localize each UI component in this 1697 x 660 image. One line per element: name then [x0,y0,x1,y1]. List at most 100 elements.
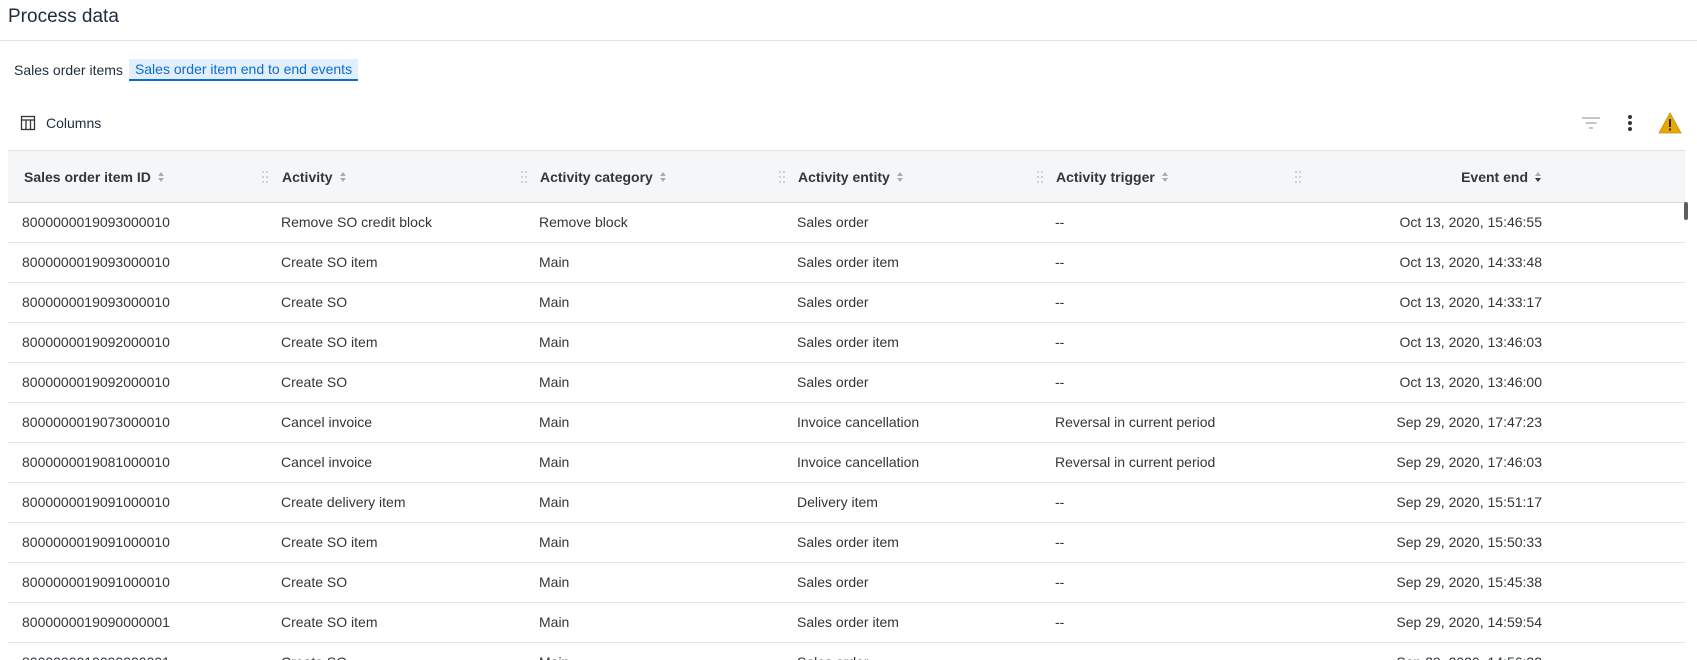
column-header-label: Activity category [540,169,653,185]
cell-activity-entity: Sales order item [797,614,899,630]
cell-activity-trigger: -- [1055,643,1064,660]
cell-activity: Cancel invoice [281,414,373,430]
columns-icon [20,115,36,131]
table-row[interactable]: 8000000019091000010 Create SO Main Sales… [8,563,1685,603]
cell-activity-category: Main [539,643,569,660]
cell-activity-trigger: -- [1055,534,1065,550]
scrollbar-thumb[interactable] [1684,202,1688,220]
cell-activity-category: Main [539,534,570,550]
table-row[interactable]: 8000000019090000001 Create SO Main Sales… [8,643,1685,660]
column-header-sales-order-item-id[interactable]: Sales order item ID [24,151,274,203]
cell-activity-entity: Invoice cancellation [797,454,920,470]
cell-activity-category: Main [539,614,570,630]
cell-activity-trigger: -- [1055,334,1065,350]
cell-event-end: Oct 13, 2020, 13:46:03 [1399,334,1542,350]
table-row[interactable]: 8000000019090000001 Create SO item Main … [8,603,1685,643]
more-vertical-icon[interactable] [1618,111,1642,135]
cell-activity-trigger: -- [1055,614,1065,630]
cell-activity-trigger: Reversal in current period [1055,454,1216,470]
cell-activity: Create SO [281,643,347,660]
cell-sales-order-item-id: 8000000019093000010 [22,254,170,270]
table-row[interactable]: 8000000019081000010 Cancel invoice Main … [8,443,1685,483]
cell-activity-entity: Sales order [797,294,869,310]
cell-activity-trigger: -- [1055,294,1065,310]
cell-activity-category: Main [539,574,570,590]
cell-activity: Create SO item [281,534,378,550]
cell-activity-entity: Sales order item [797,334,899,350]
column-header-activity[interactable]: Activity [282,151,522,203]
cell-sales-order-item-id: 8000000019092000010 [22,374,170,390]
cell-activity: Create delivery item [281,494,406,510]
sort-icon [659,171,667,183]
sort-icon [339,171,347,183]
filter-icon[interactable] [1579,111,1603,135]
cell-activity-entity: Sales order [797,214,869,230]
cell-event-end: Sep 29, 2020, 15:50:33 [1396,534,1542,550]
table-toolbar: Columns [0,108,1697,138]
columns-button[interactable]: Columns [20,111,101,135]
tab-sales-order-items[interactable]: Sales order items [14,60,123,80]
cell-activity: Create SO [281,374,348,390]
column-resize-handle[interactable] [262,169,270,185]
cell-activity-category: Main [539,454,570,470]
cell-event-end: Sep 29, 2020, 17:46:03 [1396,454,1542,470]
table-row[interactable]: 8000000019093000010 Create SO item Main … [8,243,1685,283]
cell-activity-entity: Sales order [797,643,869,660]
cell-event-end: Sep 29, 2020, 14:59:54 [1396,614,1542,630]
cell-activity-category: Main [539,254,570,270]
column-header-activity-trigger[interactable]: Activity trigger [1056,151,1296,203]
column-header-activity-entity[interactable]: Activity entity [798,151,1038,203]
cell-activity: Create SO item [281,334,378,350]
column-header-event-end[interactable]: Event end [1314,151,1542,203]
cell-activity-category: Main [539,494,570,510]
table-row[interactable]: 8000000019093000010 Create SO Main Sales… [8,283,1685,323]
tab-sales-order-item-end-to-end-events[interactable]: Sales order item end to end events [128,59,359,81]
column-header-activity-category[interactable]: Activity category [540,151,780,203]
cell-activity: Create SO item [281,254,378,270]
cell-sales-order-item-id: 8000000019091000010 [22,494,170,510]
cell-activity: Remove SO credit block [281,214,432,230]
table-row[interactable]: 8000000019092000010 Create SO item Main … [8,323,1685,363]
cell-activity-trigger: Reversal in current period [1055,414,1216,430]
columns-label: Columns [46,115,102,131]
cell-activity: Create SO item [281,614,378,630]
cell-activity-category: Main [539,414,570,430]
cell-sales-order-item-id: 8000000019081000010 [22,454,170,470]
warning-icon[interactable] [1658,111,1682,135]
table-header: Sales order item ID Activity Activity ca… [8,150,1685,203]
column-resize-handle[interactable] [1295,169,1303,185]
cell-activity-category: Main [539,294,570,310]
cell-activity-category: Main [539,374,570,390]
column-header-label: Sales order item ID [24,169,151,185]
sort-icon [896,171,904,183]
column-resize-handle[interactable] [779,169,787,185]
cell-activity-entity: Delivery item [797,494,878,510]
cell-activity-entity: Sales order [797,574,869,590]
column-resize-handle[interactable] [521,169,529,185]
cell-activity-entity: Sales order item [797,534,899,550]
table-row[interactable]: 8000000019093000010 Remove SO credit blo… [8,203,1685,243]
cell-sales-order-item-id: 8000000019090000001 [22,643,170,660]
table-row[interactable]: 8000000019091000010 Create SO item Main … [8,523,1685,563]
cell-activity-entity: Sales order [797,374,869,390]
sort-icon [1161,171,1169,183]
vertical-scrollbar[interactable] [1683,202,1689,660]
sort-descending-icon [1534,171,1542,183]
cell-activity-trigger: -- [1055,214,1065,230]
table-row[interactable]: 8000000019073000010 Cancel invoice Main … [8,403,1685,443]
page-header: Process data [0,0,1697,41]
table-row[interactable]: 8000000019092000010 Create SO Main Sales… [8,363,1685,403]
column-header-label: Activity trigger [1056,169,1155,185]
tab-bar: Sales order items Sales order item end t… [14,58,364,82]
cell-activity-category: Main [539,334,570,350]
cell-event-end: Oct 13, 2020, 15:46:55 [1399,214,1542,230]
sort-icon [157,171,165,183]
cell-event-end: Sep 29, 2020, 14:56:32 [1314,643,1542,660]
page-title: Process data [8,6,119,27]
column-resize-handle[interactable] [1037,169,1045,185]
cell-event-end: Sep 29, 2020, 15:45:38 [1396,574,1542,590]
cell-activity-trigger: -- [1055,494,1065,510]
cell-activity-category: Remove block [539,214,628,230]
cell-event-end: Sep 29, 2020, 15:51:17 [1396,494,1542,510]
table-row[interactable]: 8000000019091000010 Create delivery item… [8,483,1685,523]
